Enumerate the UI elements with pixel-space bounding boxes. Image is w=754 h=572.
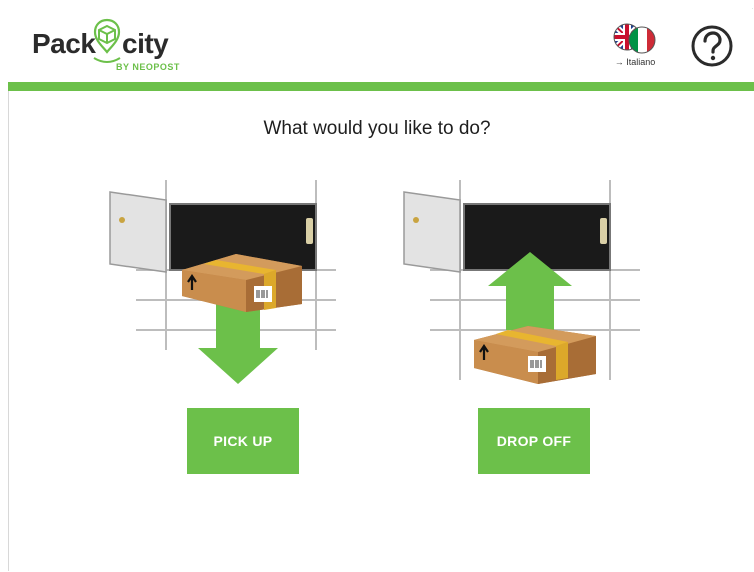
question-mark-icon	[691, 25, 733, 67]
logo-text-pack: Pack	[32, 28, 96, 59]
packcity-logo: Pack city BY NEOPOST	[32, 16, 202, 76]
help-button[interactable]	[690, 24, 733, 67]
language-switch-button[interactable]: → Italiano	[605, 22, 665, 74]
page-question: What would you like to do?	[263, 118, 491, 139]
language-label: → Italiano	[614, 57, 656, 67]
header-accent-bar	[8, 82, 754, 91]
logo-text-city: city	[122, 28, 169, 59]
uk-italy-flags-icon	[613, 23, 656, 54]
drop-off-illustration	[403, 180, 640, 384]
pick-up-button[interactable]: PICK UP	[187, 408, 299, 474]
header: Pack city BY NEOPOST → Italiano	[8, 8, 752, 82]
pick-up-illustration	[109, 180, 336, 384]
drop-off-button[interactable]: DROP OFF	[478, 408, 590, 474]
logo-tagline: BY NEOPOST	[116, 62, 180, 72]
cube-logo-icon	[93, 18, 121, 63]
